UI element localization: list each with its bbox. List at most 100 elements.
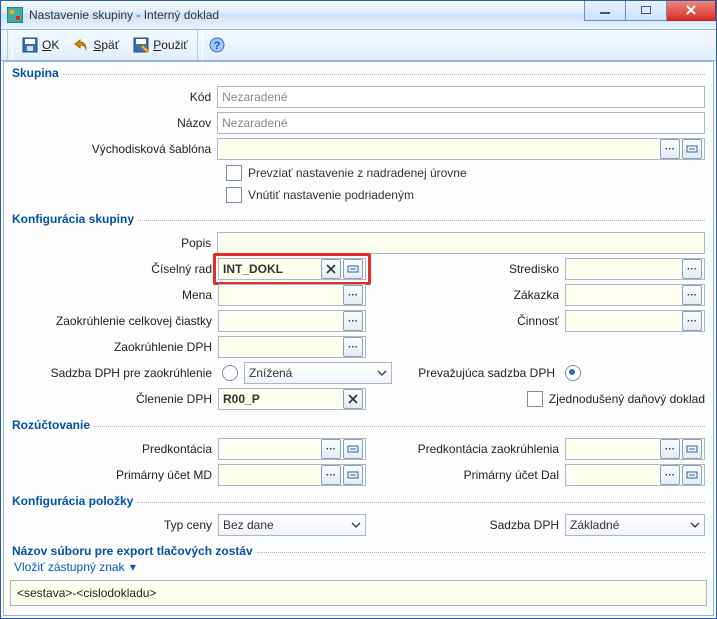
label-zaok-celk: Zaokrúhlenie celkovej čiastky (12, 314, 218, 328)
field-prim-dal[interactable]: ··· (565, 464, 705, 486)
group-title-konfig-pol: Konfigurácia položky (10, 494, 707, 508)
close-button[interactable] (667, 0, 716, 21)
field-zaok-celk[interactable]: ··· (218, 310, 366, 332)
clear-icon[interactable] (321, 259, 341, 279)
detail-toggle-icon[interactable] (682, 465, 702, 485)
ellipsis-icon[interactable]: ··· (660, 139, 680, 159)
detail-toggle-icon[interactable] (343, 465, 363, 485)
titlebar: Nastavenie skupiny - Interný doklad (1, 1, 716, 30)
detail-toggle-icon[interactable] (343, 259, 363, 279)
detail-toggle-icon[interactable] (343, 439, 363, 459)
toolbar: OK Späť Použiť ? (1, 30, 716, 61)
group-skupina: Skupina Kód Nezaradené Názov Nezaradené … (10, 66, 707, 208)
ok-button[interactable]: OK (15, 33, 66, 57)
ellipsis-icon[interactable]: ··· (343, 311, 363, 331)
toolbar-separator (197, 30, 203, 60)
label-stredisko: Stredisko (399, 262, 565, 276)
combo-sadzba-pre-zaok[interactable]: Znížená (244, 362, 392, 384)
apply-icon (133, 37, 149, 53)
field-sablona[interactable]: ··· (217, 138, 705, 160)
clear-icon[interactable] (343, 389, 363, 409)
field-zakazka[interactable]: ··· (565, 284, 705, 306)
field-prim-md[interactable]: ··· (218, 464, 366, 486)
maximize-button[interactable] (626, 0, 667, 21)
label-clenenie: Členenie DPH (12, 392, 218, 406)
label-mena: Mena (12, 288, 218, 302)
label-zakazka: Zákazka (399, 288, 565, 302)
checkbox-icon (226, 165, 242, 181)
label-sadzba-pre-zaok: Sadzba DPH pre zaokrúhlenie (12, 366, 218, 380)
field-kod[interactable]: Nezaradené (217, 86, 705, 108)
ellipsis-icon[interactable]: ··· (343, 337, 363, 357)
body: Skupina Kód Nezaradené Názov Nezaradené … (3, 61, 714, 616)
ellipsis-icon[interactable]: ··· (321, 465, 341, 485)
field-zaok-dph[interactable]: ··· (218, 336, 366, 358)
chevron-down-icon (686, 515, 704, 535)
label-prim-dal: Primárny účet Dal (399, 468, 565, 482)
toolbar-grip (7, 30, 13, 60)
ellipsis-icon[interactable]: ··· (660, 439, 680, 459)
label-sablona: Východisková šablóna (12, 142, 217, 156)
app-icon (7, 7, 23, 23)
label-prim-md: Primárny účet MD (12, 468, 218, 482)
label-sadzba-dph: Sadzba DPH (399, 518, 565, 532)
field-popis[interactable] (217, 232, 705, 254)
group-konfiguracia-skupiny: Konfigurácia skupiny Popis Číselný rad I… (10, 212, 707, 414)
help-icon: ? (209, 37, 225, 53)
group-title-konfig-sk: Konfigurácia skupiny (10, 212, 707, 226)
minimize-button[interactable] (584, 0, 626, 21)
ellipsis-icon[interactable]: ··· (682, 311, 702, 331)
apply-button[interactable]: Použiť (126, 33, 195, 57)
group-konfiguracia-polozky: Konfigurácia položky Typ ceny Bez dane S (10, 494, 707, 540)
chevron-down-icon (373, 363, 391, 383)
label-ciselny-rad: Číselný rad (12, 262, 218, 276)
radio-sadzba-pre-zaok[interactable] (222, 365, 238, 381)
group-title-rozuct: Rozúčtovanie (10, 418, 707, 432)
link-vlozit[interactable]: Vložiť zástupný znak ▾ (14, 560, 136, 574)
window: Nastavenie skupiny - Interný doklad OK S… (0, 0, 717, 619)
help-button[interactable]: ? (205, 33, 229, 57)
ellipsis-icon[interactable]: ··· (660, 465, 680, 485)
label-predkont: Predkontácia (12, 442, 218, 456)
group-rozuctovanie: Rozúčtovanie Predkontácia ··· (10, 418, 707, 490)
label-nazov: Názov (12, 116, 217, 130)
label-cinnost: Činnosť (399, 314, 565, 328)
group-title-export: Názov súboru pre export tlačových zostáv (10, 544, 707, 558)
combo-typ-ceny[interactable]: Bez dane (218, 514, 366, 536)
field-stredisko[interactable]: ··· (565, 258, 705, 280)
ellipsis-icon[interactable]: ··· (343, 285, 363, 305)
label-kod: Kód (12, 90, 217, 104)
field-cinnost[interactable]: ··· (565, 310, 705, 332)
checkbox-icon[interactable] (527, 391, 543, 407)
group-poznamka: Poznámka (10, 614, 707, 616)
label-predkont-zaok: Predkontácia zaokrúhlenia (399, 442, 565, 456)
field-export[interactable]: <sestava>-<cislodokladu> (10, 580, 707, 606)
window-buttons (584, 1, 716, 29)
group-title-poznamka: Poznámka (10, 614, 707, 616)
window-title: Nastavenie skupiny - Interný doklad (29, 8, 584, 22)
highlight-ciselny-rad: INT_DOKL (213, 253, 371, 285)
combo-sadzba-dph[interactable]: Základné (565, 514, 705, 536)
chevron-down-icon: ▾ (130, 560, 136, 574)
ellipsis-icon[interactable]: ··· (682, 285, 702, 305)
ellipsis-icon[interactable]: ··· (682, 259, 702, 279)
svg-text:?: ? (213, 40, 220, 52)
field-mena[interactable]: ··· (218, 284, 366, 306)
checkbox-prevziat[interactable]: Prevziať nastavenie z nadradenej úrovne (12, 162, 705, 184)
radio-prev-sadzba[interactable] (565, 365, 581, 381)
back-button[interactable]: Späť (66, 33, 126, 57)
chevron-down-icon (347, 515, 365, 535)
label-zjedn: Zjednodušený daňový doklad (549, 392, 705, 406)
field-ciselny-rad[interactable]: INT_DOKL (218, 258, 366, 280)
field-predkont[interactable]: ··· (218, 438, 366, 460)
field-predkont-zaok[interactable]: ··· (565, 438, 705, 460)
field-nazov[interactable]: Nezaradené (217, 112, 705, 134)
field-clenenie[interactable]: R00_P (218, 388, 366, 410)
label-popis: Popis (12, 236, 217, 250)
label-prev-sadzba: Prevažujúca sadzba DPH (395, 366, 561, 380)
detail-toggle-icon[interactable] (682, 439, 702, 459)
checkbox-vnutit[interactable]: Vnútiť nastavenie podriadeným (12, 184, 705, 206)
group-title-skupina: Skupina (10, 66, 707, 80)
ellipsis-icon[interactable]: ··· (321, 439, 341, 459)
detail-toggle-icon[interactable] (682, 139, 702, 159)
